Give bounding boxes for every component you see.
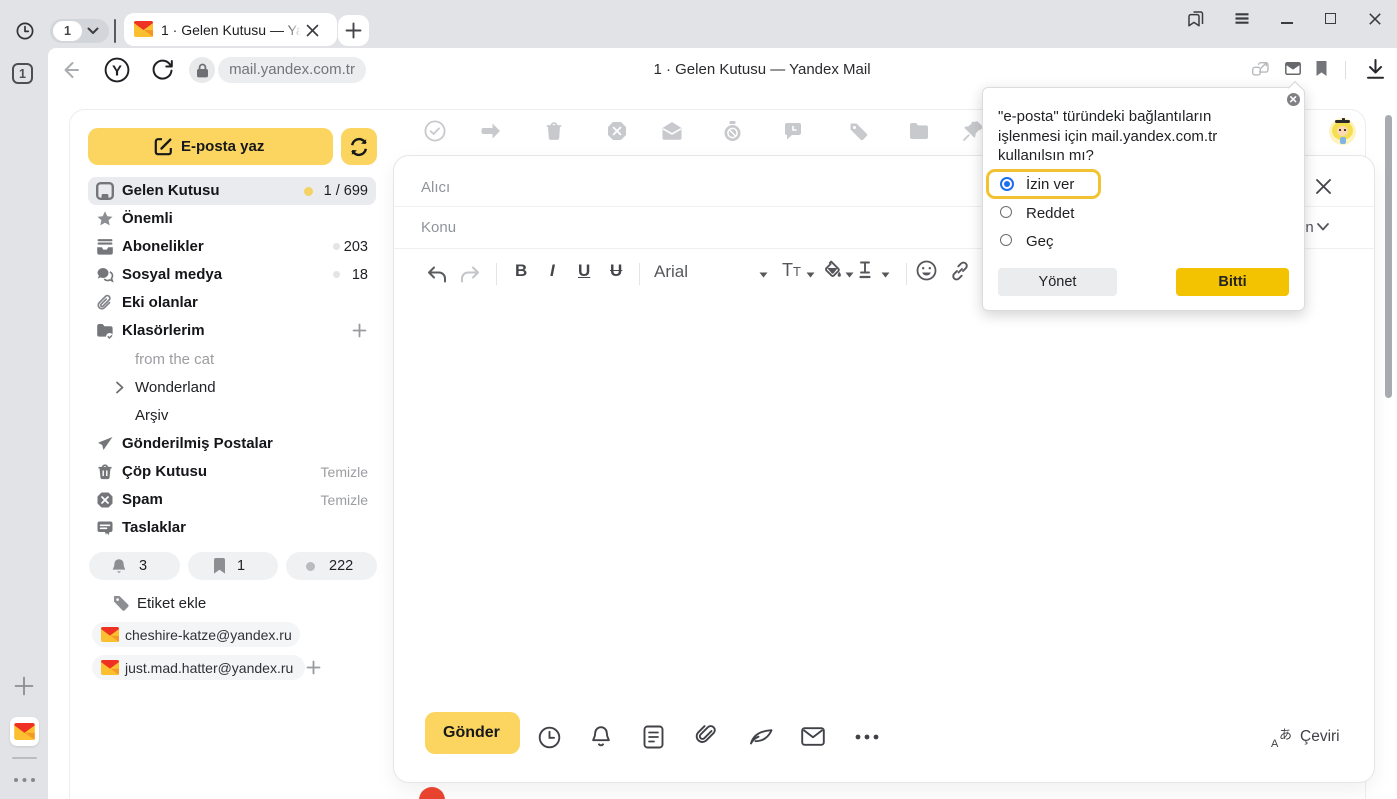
svg-text:Y: Y xyxy=(112,63,122,80)
svg-text:A: A xyxy=(1271,738,1279,750)
svg-text:あ: あ xyxy=(1279,727,1292,742)
